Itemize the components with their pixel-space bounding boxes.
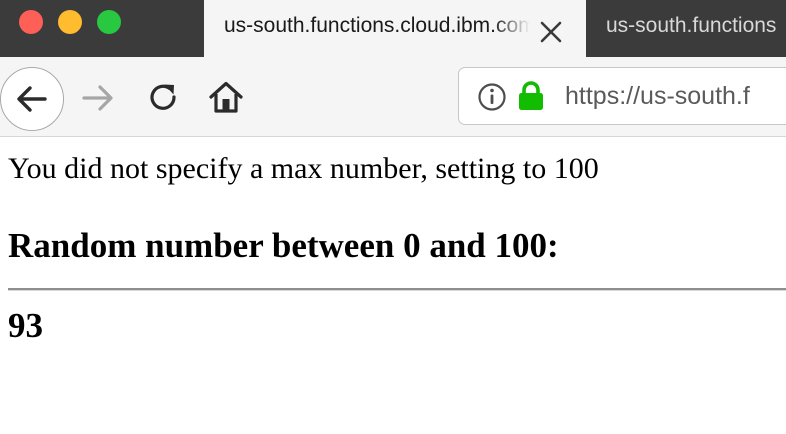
address-bar[interactable]: https://us-south.f [458, 67, 786, 125]
back-button[interactable] [0, 67, 64, 131]
reload-icon [150, 84, 176, 110]
minimize-window-icon[interactable] [58, 10, 82, 34]
page-heading: Random number between 0 and 100: [8, 226, 559, 265]
tab-active[interactable]: us-south.functions.cloud.ibm.com [204, 0, 586, 57]
page-content: You did not specify a max number, settin… [0, 138, 786, 434]
tab-title: us-south.functions.cloud.ibm.com [224, 14, 530, 37]
back-arrow-icon [17, 86, 47, 112]
info-icon[interactable] [477, 82, 507, 117]
info-message: You did not specify a max number, settin… [8, 152, 599, 185]
url-text: https://us-south.f [565, 82, 750, 110]
home-icon [209, 81, 243, 113]
forward-button[interactable] [80, 80, 116, 116]
reload-button[interactable] [146, 80, 182, 116]
lock-icon[interactable] [517, 80, 545, 117]
browser-window: us-south.functions.cloud.ibm.com us-sout… [0, 0, 786, 434]
tab-strip: us-south.functions.cloud.ibm.com us-sout… [0, 0, 786, 57]
home-button[interactable] [208, 80, 244, 116]
forward-arrow-icon [82, 85, 113, 111]
tab-inactive[interactable]: us-south.functions [586, 0, 786, 57]
zoom-window-icon[interactable] [97, 10, 121, 34]
close-window-icon[interactable] [19, 10, 43, 34]
tab-title: us-south.functions [606, 14, 777, 37]
tab-close-icon[interactable] [538, 13, 564, 43]
horizontal-rule [8, 288, 786, 291]
nav-toolbar: https://us-south.f [0, 57, 786, 137]
random-number-result: 93 [8, 306, 43, 345]
